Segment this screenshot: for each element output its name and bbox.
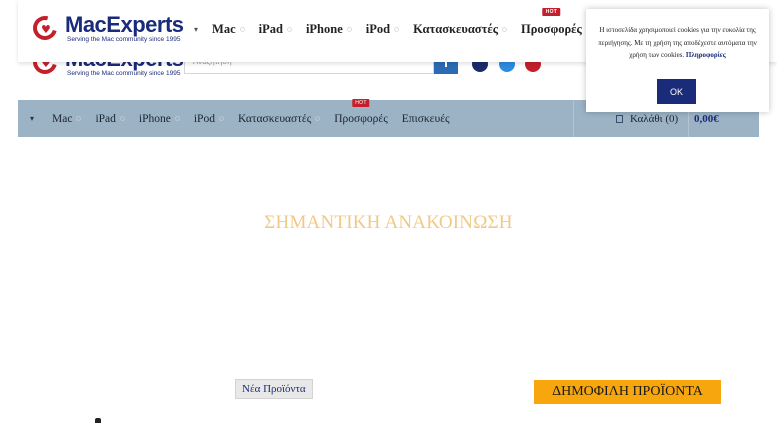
dropdown-dot-icon xyxy=(218,116,224,121)
logo-name: MacExperts xyxy=(65,12,184,37)
nav-iphone[interactable]: iPhone xyxy=(306,22,352,37)
dropdown-dot-icon xyxy=(286,27,292,32)
nav-ipod[interactable]: iPod xyxy=(366,22,400,37)
nav-ipod[interactable]: iPod xyxy=(194,113,224,125)
announcement-heading: ΣΗΜΑΝΤΙΚΗ ΑΝΑΚΟΙΝΩΣΗ xyxy=(264,212,513,233)
popular-products-heading: ΔΗΜΟΦΙΛΗ ΠΡΟΪΟΝΤΑ xyxy=(534,380,721,404)
cart-icon xyxy=(616,114,623,123)
nav-iphone[interactable]: iPhone xyxy=(139,113,180,125)
nav-repairs[interactable]: Επισκευές xyxy=(402,113,450,125)
cookie-ok-button[interactable]: OK xyxy=(657,79,696,104)
nav-offers[interactable]: HOT Προσφορές xyxy=(521,8,582,37)
logo-apple-icon: ♥ xyxy=(28,11,63,45)
nav-mac[interactable]: Mac xyxy=(212,22,245,37)
dropdown-dot-icon xyxy=(315,116,321,121)
cookie-more-link[interactable]: Πληροφορίες xyxy=(686,51,726,59)
sticky-logo[interactable]: ♥ MacExperts Serving the Mac community s… xyxy=(28,11,184,45)
dropdown-dot-icon xyxy=(501,27,507,32)
cookie-message: Η ιστοσελίδα χρησιμοποιεί cookies για τη… xyxy=(598,26,757,59)
nav-manufacturers[interactable]: Κατασκευαστές xyxy=(413,22,507,37)
dropdown-dot-icon xyxy=(346,27,352,32)
logo-tagline: Serving the Mac community since 1995 xyxy=(67,70,181,77)
tab-new-products[interactable]: Νέα Προϊόντα xyxy=(235,379,313,399)
dropdown-dot-icon xyxy=(174,116,180,121)
nav-offers[interactable]: HOT Προσφορές xyxy=(334,98,388,125)
dropdown-dot-icon xyxy=(76,116,82,121)
apple-icon xyxy=(95,418,101,423)
menu-caret-icon[interactable]: ▾ xyxy=(194,25,198,34)
dropdown-dot-icon xyxy=(119,116,125,121)
hot-badge: HOT xyxy=(542,8,561,16)
hot-badge: HOT xyxy=(352,98,370,107)
logo-tagline: Serving the Mac community since 1995 xyxy=(67,36,181,43)
cart-label: Καλάθι (0) xyxy=(630,112,679,125)
nav-mac[interactable]: Mac xyxy=(52,113,82,125)
nav-ipad[interactable]: iPad xyxy=(95,113,125,125)
nav-manufacturers[interactable]: Κατασκευαστές xyxy=(238,113,321,125)
menu-caret-icon[interactable]: ▾ xyxy=(30,114,34,123)
dropdown-dot-icon xyxy=(239,27,245,32)
cookie-banner: Η ιστοσελίδα χρησιμοποιεί cookies για τη… xyxy=(586,9,769,112)
nav-ipad[interactable]: iPad xyxy=(259,22,292,37)
dropdown-dot-icon xyxy=(394,27,400,32)
